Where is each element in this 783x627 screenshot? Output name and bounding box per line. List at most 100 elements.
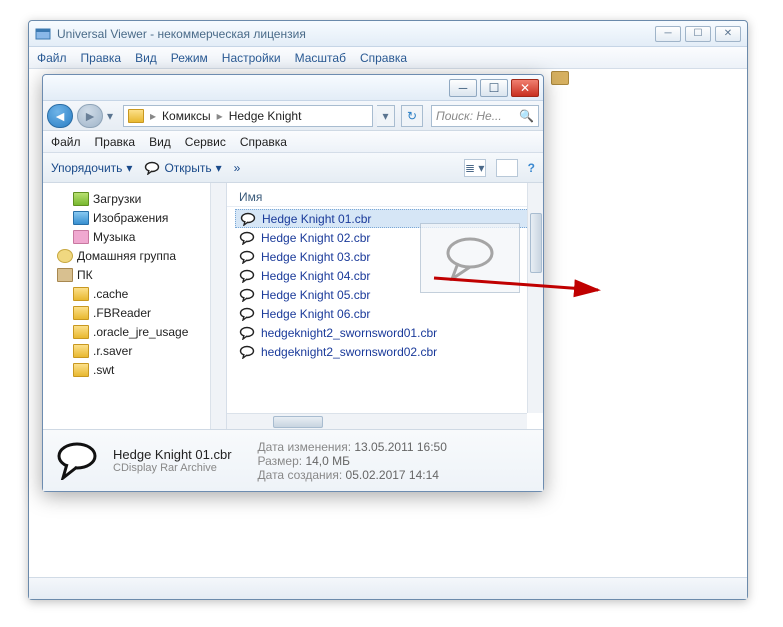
minimize-button[interactable]: ─ (655, 26, 681, 42)
chevron-down-icon: ▾ (216, 161, 222, 175)
vertical-scrollbar[interactable] (527, 183, 543, 413)
maximize-button[interactable]: ☐ (685, 26, 711, 42)
speech-bubble-icon (239, 231, 255, 245)
folder-icon (73, 363, 89, 377)
menu-view[interactable]: Вид (135, 51, 157, 65)
img-icon (73, 211, 89, 225)
file-name: Hedge Knight 01.cbr (262, 212, 371, 226)
menu-file[interactable]: Файл (37, 51, 67, 65)
open-button[interactable]: Открыть▾ (144, 161, 221, 175)
tree-item-label: ПК (77, 268, 93, 282)
details-filetype: CDisplay Rar Archive (113, 462, 232, 474)
explorer-toolbar: Упорядочить▾ Открыть▾ » ≣ ▾ ? (43, 153, 543, 183)
file-row[interactable]: Hedge Knight 04.cbr (235, 266, 535, 285)
file-row[interactable]: Hedge Knight 06.cbr (235, 304, 535, 323)
view-mode-button[interactable]: ≣ ▾ (464, 159, 486, 177)
preview-pane-button[interactable] (496, 159, 518, 177)
address-bar[interactable]: ▸ Комиксы ▸ Hedge Knight (123, 105, 373, 127)
menu-edit[interactable]: Правка (81, 51, 122, 65)
file-row[interactable]: Hedge Knight 05.cbr (235, 285, 535, 304)
explorer-minimize-button[interactable]: ─ (449, 79, 477, 97)
tree-item[interactable]: .FBReader (47, 303, 222, 322)
folder-icon (128, 109, 144, 123)
explorer-menu-help[interactable]: Справка (240, 135, 287, 149)
explorer-menu-file[interactable]: Файл (51, 135, 81, 149)
file-type-icon (53, 436, 101, 484)
nav-forward-button[interactable]: ► (77, 104, 103, 128)
folder-icon (73, 344, 89, 358)
address-dropdown[interactable]: ▾ (377, 105, 395, 127)
refresh-button[interactable]: ↻ (401, 105, 423, 127)
file-row[interactable]: Hedge Knight 01.cbr (235, 209, 535, 228)
tree-item[interactable]: Загрузки (47, 189, 222, 208)
tree-item-label: .oracle_jre_usage (93, 325, 188, 339)
organize-button[interactable]: Упорядочить▾ (51, 161, 132, 175)
details-size: 14,0 МБ (305, 454, 350, 468)
help-icon[interactable]: ? (528, 161, 535, 175)
breadcrumb[interactable]: Hedge Knight (229, 109, 302, 123)
file-name: hedgeknight2_swornsword02.cbr (261, 345, 437, 359)
explorer-menu-view[interactable]: Вид (149, 135, 171, 149)
menu-zoom[interactable]: Масштаб (295, 51, 346, 65)
nav-back-button[interactable]: ◄ (47, 104, 73, 128)
file-name: hedgeknight2_swornsword01.cbr (261, 326, 437, 340)
speech-bubble-icon (144, 161, 160, 175)
nav-history-dropdown[interactable]: ▾ (107, 109, 119, 123)
menu-help[interactable]: Справка (360, 51, 407, 65)
details-created: 05.02.2017 14:14 (346, 468, 439, 482)
column-header-name[interactable]: Имя (227, 187, 543, 207)
folder-tree[interactable]: Загрузки Изображения Музыка Домашняя группа… (43, 183, 227, 429)
main-titlebar[interactable]: Universal Viewer - некоммерческая лиценз… (29, 21, 747, 47)
toolbar-overflow[interactable]: » (234, 161, 241, 175)
pc-icon (57, 268, 73, 282)
tree-item[interactable]: Домашняя группа (47, 246, 222, 265)
explorer-window: ─ ☐ ✕ ◄ ► ▾ ▸ Комиксы ▸ Hedge Knight ▾ ↻… (42, 74, 544, 492)
tree-item-label: Загрузки (93, 192, 141, 206)
file-row[interactable]: hedgeknight2_swornsword02.cbr (235, 342, 535, 361)
tree-item[interactable]: .cache (47, 284, 222, 303)
explorer-menu-edit[interactable]: Правка (95, 135, 136, 149)
details-modified-label: Дата изменения: (258, 440, 352, 454)
explorer-navbar: ◄ ► ▾ ▸ Комиксы ▸ Hedge Knight ▾ ↻ Поиск… (43, 101, 543, 131)
music-icon (73, 230, 89, 244)
details-pane: Hedge Knight 01.cbr CDisplay Rar Archive… (43, 429, 543, 491)
file-row[interactable]: hedgeknight2_swornsword01.cbr (235, 323, 535, 342)
explorer-titlebar[interactable]: ─ ☐ ✕ (43, 75, 543, 101)
tree-item[interactable]: Изображения (47, 208, 222, 227)
file-name: Hedge Knight 06.cbr (261, 307, 370, 321)
explorer-maximize-button[interactable]: ☐ (480, 79, 508, 97)
tree-item[interactable]: .r.saver (47, 341, 222, 360)
search-input[interactable]: Поиск: He... 🔍 (431, 105, 539, 127)
explorer-menubar: Файл Правка Вид Сервис Справка (43, 131, 543, 153)
speech-bubble-icon (239, 250, 255, 264)
file-name: Hedge Knight 02.cbr (261, 231, 370, 245)
file-row[interactable]: Hedge Knight 02.cbr (235, 228, 535, 247)
details-size-label: Размер: (258, 454, 303, 468)
tree-item-label: .r.saver (93, 344, 132, 358)
statusbar (29, 577, 747, 599)
close-button[interactable]: ✕ (715, 26, 741, 42)
main-title: Universal Viewer - некоммерческая лиценз… (57, 27, 655, 41)
tree-item-label: Домашняя группа (77, 249, 176, 263)
chevron-down-icon: ▾ (126, 161, 132, 175)
file-row[interactable]: Hedge Knight 03.cbr (235, 247, 535, 266)
group-icon (57, 249, 73, 263)
horizontal-scrollbar[interactable] (227, 413, 527, 429)
tree-item[interactable]: .swt (47, 360, 222, 379)
tree-item-label: Музыка (93, 230, 135, 244)
folder-icon (73, 325, 89, 339)
tree-scrollbar[interactable] (210, 183, 226, 429)
explorer-close-button[interactable]: ✕ (511, 79, 539, 97)
file-list-pane[interactable]: Имя Hedge Knight 01.cbr Hedge Knight 02.c… (227, 183, 543, 429)
breadcrumb[interactable]: Комиксы (162, 109, 211, 123)
explorer-menu-service[interactable]: Сервис (185, 135, 226, 149)
menu-settings[interactable]: Настройки (222, 51, 281, 65)
tree-item[interactable]: .oracle_jre_usage (47, 322, 222, 341)
tree-item-label: .FBReader (93, 306, 151, 320)
speech-bubble-icon (239, 307, 255, 321)
speech-bubble-icon (239, 345, 255, 359)
tree-item[interactable]: Музыка (47, 227, 222, 246)
menu-mode[interactable]: Режим (171, 51, 208, 65)
file-name: Hedge Knight 05.cbr (261, 288, 370, 302)
tree-item[interactable]: ПК (47, 265, 222, 284)
